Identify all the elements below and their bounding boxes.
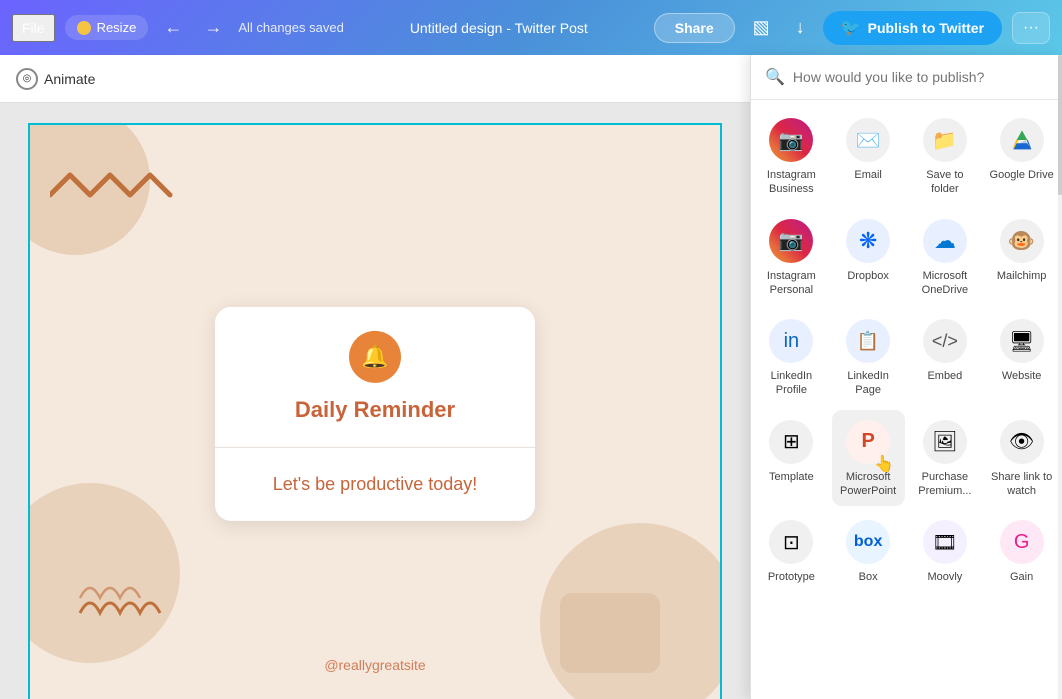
moovly-icon: 🎞 [923, 520, 967, 564]
gain-label: Gain [1010, 570, 1033, 584]
powerpoint-label: Microsoft PowerPoint [836, 470, 901, 499]
powerpoint-icon: P [846, 420, 890, 464]
deco-speech-bubble [560, 593, 660, 673]
resize-label: Resize [97, 20, 137, 35]
publish-template[interactable]: ⊞ Template [755, 410, 828, 507]
publish-share-link[interactable]: 👁 Share link to watch [985, 410, 1058, 507]
card-text: Let's be productive today! [239, 472, 511, 497]
embed-label: Embed [927, 369, 962, 383]
google-drive-label: Google Drive [990, 168, 1054, 182]
box-label: Box [859, 570, 878, 584]
publish-prototype[interactable]: ⊡ Prototype [755, 510, 828, 592]
publish-dropbox[interactable]: ❋ Dropbox [832, 209, 905, 306]
prototype-label: Prototype [768, 570, 815, 584]
google-drive-icon [1000, 118, 1044, 162]
template-label: Template [769, 470, 814, 484]
save-to-folder-label: Save to folder [913, 168, 978, 197]
purchase-premium-label: Purchase Premium... [913, 470, 978, 499]
instagram-personal-label: Instagram Personal [759, 269, 824, 298]
file-menu[interactable]: File [12, 14, 55, 42]
embed-icon: </> [923, 319, 967, 363]
email-icon: ✉️ [846, 118, 890, 162]
saved-status: All changes saved [238, 20, 344, 35]
publish-email[interactable]: ✉️ Email [832, 108, 905, 205]
animate-icon: ◎ [16, 68, 38, 90]
search-bar: 🔍 [751, 55, 1062, 100]
redo-button[interactable]: → [198, 13, 228, 42]
email-label: Email [854, 168, 882, 182]
publish-linkedin-page[interactable]: 📋 LinkedIn Page [832, 309, 905, 406]
publish-box[interactable]: box Box [832, 510, 905, 592]
share-link-icon: 👁 [1000, 420, 1044, 464]
share-link-label: Share link to watch [989, 470, 1054, 499]
publish-instagram-business[interactable]: 📷 Instagram Business [755, 108, 828, 205]
mailchimp-icon: 🐵 [1000, 219, 1044, 263]
card-top: 🔔 Daily Reminder [215, 307, 535, 448]
mailchimp-label: Mailchimp [997, 269, 1047, 283]
publish-button-label: Publish to Twitter [868, 20, 984, 36]
document-title: Untitled design - Twitter Post [354, 20, 644, 36]
share-button[interactable]: Share [654, 13, 735, 43]
scrollbar-track [1058, 55, 1062, 699]
publish-google-drive[interactable]: Google Drive [985, 108, 1058, 205]
publish-linkedin-profile[interactable]: in LinkedIn Profile [755, 309, 828, 406]
deco-bumps-icon [70, 563, 190, 623]
publish-instagram-personal[interactable]: 📷 Instagram Personal [755, 209, 828, 306]
folder-icon: 📁 [923, 118, 967, 162]
analytics-button[interactable]: ▧ [745, 13, 778, 42]
more-options-button[interactable]: ··· [1012, 12, 1050, 44]
onedrive-icon: ☁ [923, 219, 967, 263]
website-icon: 🖥 [1000, 319, 1044, 363]
linkedin-profile-label: LinkedIn Profile [759, 369, 824, 398]
linkedin-page-icon: 📋 [846, 319, 890, 363]
download-button[interactable]: ↓ [788, 13, 813, 42]
canvas-area: 🔔 Daily Reminder Let's be productive tod… [0, 103, 750, 699]
dropbox-label: Dropbox [847, 269, 889, 283]
search-icon: 🔍 [765, 67, 785, 87]
instagram-business-icon: 📷 [769, 118, 813, 162]
dropbox-icon: ❋ [846, 219, 890, 263]
purchase-premium-icon: 🖼 [923, 420, 967, 464]
card-title: Daily Reminder [239, 397, 511, 423]
publish-onedrive[interactable]: ☁ Microsoft OneDrive [909, 209, 982, 306]
scrollbar-thumb[interactable] [1058, 55, 1062, 195]
publish-powerpoint[interactable]: P 👆 Microsoft PowerPoint [832, 410, 905, 507]
gain-icon: G [1000, 520, 1044, 564]
linkedin-profile-icon: in [769, 319, 813, 363]
publish-dropdown-panel: 🔍 📷 Instagram Business ✉️ Email 📁 Save t… [750, 55, 1062, 699]
template-icon: ⊞ [769, 420, 813, 464]
publish-purchase-premium[interactable]: 🖼 Purchase Premium... [909, 410, 982, 507]
resize-button[interactable]: Resize [65, 15, 149, 40]
animate-label: Animate [44, 71, 95, 87]
instagram-business-label: Instagram Business [759, 168, 824, 197]
publish-to-twitter-button[interactable]: 🐦 Publish to Twitter [823, 11, 1002, 45]
reminder-card: 🔔 Daily Reminder Let's be productive tod… [215, 307, 535, 521]
topbar: File Resize ← → All changes saved Untitl… [0, 0, 1062, 55]
bell-icon: 🔔 [349, 331, 401, 383]
publish-website[interactable]: 🖥 Website [985, 309, 1058, 406]
publish-mailchimp[interactable]: 🐵 Mailchimp [985, 209, 1058, 306]
canvas-frame[interactable]: 🔔 Daily Reminder Let's be productive tod… [28, 123, 722, 699]
undo-button[interactable]: ← [158, 13, 188, 42]
card-bottom: Let's be productive today! [215, 448, 535, 521]
website-label: Website [1002, 369, 1042, 383]
onedrive-label: Microsoft OneDrive [913, 269, 978, 298]
publish-moovly[interactable]: 🎞 Moovly [909, 510, 982, 592]
twitter-icon: 🐦 [841, 18, 861, 38]
publish-gain[interactable]: G Gain [985, 510, 1058, 592]
instagram-personal-icon: 📷 [769, 219, 813, 263]
powerpoint-icon-wrap: P 👆 [846, 420, 890, 470]
deco-wave-icon [50, 165, 180, 215]
resize-dot-icon [77, 21, 91, 35]
moovly-label: Moovly [927, 570, 962, 584]
publish-grid: 📷 Instagram Business ✉️ Email 📁 Save to … [751, 100, 1062, 601]
card-handle: @reallygreatsite [324, 657, 425, 673]
animate-button[interactable]: ◎ Animate [16, 68, 95, 90]
publish-save-to-folder[interactable]: 📁 Save to folder [909, 108, 982, 205]
publish-embed[interactable]: </> Embed [909, 309, 982, 406]
box-icon: box [846, 520, 890, 564]
publish-search-input[interactable] [793, 69, 1048, 85]
prototype-icon: ⊡ [769, 520, 813, 564]
linkedin-page-label: LinkedIn Page [836, 369, 901, 398]
